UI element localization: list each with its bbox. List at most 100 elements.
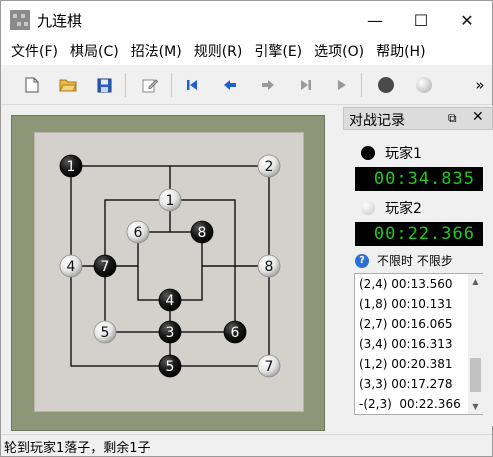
board: 1 2 1 6 8 4 7 8 4 5 3 6 5 7 — [34, 132, 304, 412]
menu-engine[interactable]: 引擎(E) — [248, 39, 308, 65]
menu-rules[interactable]: 规则(R) — [188, 39, 249, 65]
stone-label: 5 — [101, 325, 110, 341]
list-item[interactable]: (2,4) 00:13.560 — [359, 277, 453, 291]
list-item[interactable]: (3,4) 00:16.313 — [359, 337, 453, 351]
scrollbar[interactable]: ▲ ▼ — [468, 274, 483, 414]
white-stone[interactable]: 8 — [257, 254, 281, 278]
player1-name: 玩家1 — [385, 146, 422, 162]
stone-label: 4 — [166, 293, 175, 309]
edit-button[interactable] — [137, 72, 163, 98]
first-move-icon — [187, 80, 197, 90]
scroll-down-icon[interactable]: ▼ — [468, 402, 483, 411]
black-stone[interactable]: 8 — [190, 220, 214, 244]
stone-label: 6 — [231, 325, 240, 341]
stone-label: 1 — [166, 193, 175, 209]
list-item[interactable]: (1,8) 00:10.131 — [359, 297, 453, 311]
toolbar-separator — [125, 73, 126, 97]
status-bar: 轮到玩家1落子，剩余1子 — [1, 434, 492, 456]
menu-file[interactable]: 文件(F) — [5, 39, 64, 65]
list-item[interactable]: (1,2) 00:20.381 — [359, 357, 453, 371]
white-stone[interactable]: 7 — [257, 354, 281, 378]
list-item[interactable]: -(2,3) 00:22.366 — [359, 397, 461, 411]
player2-name: 玩家2 — [385, 201, 422, 217]
first-move-button[interactable] — [179, 72, 205, 98]
black-stone[interactable]: 5 — [158, 354, 182, 378]
menu-game[interactable]: 棋局(C) — [64, 39, 125, 65]
list-item[interactable]: (3,3) 00:17.278 — [359, 377, 453, 391]
stone-label: 1 — [67, 159, 76, 175]
player1-row: 玩家1 — [361, 143, 422, 163]
save-icon — [97, 78, 111, 92]
move-record-list[interactable]: (2,4) 00:13.560 (1,8) 00:10.131 (2,7) 00… — [354, 273, 483, 415]
stone-label: 3 — [166, 325, 175, 341]
stone-label: 7 — [265, 359, 274, 375]
black-stone-icon — [378, 77, 394, 93]
white-stone[interactable]: 1 — [158, 188, 182, 212]
battle-record-panel: 对战记录 ⧉ ✕ 玩家1 00:34.835 玩家2 00:22.366 ? 不… — [343, 106, 493, 426]
open-button[interactable] — [55, 72, 81, 98]
white-stone-icon — [416, 77, 432, 93]
black-stone[interactable]: 7 — [93, 254, 117, 278]
stone-label: 6 — [134, 225, 143, 241]
white-stone[interactable]: 6 — [126, 220, 150, 244]
play-button[interactable] — [329, 72, 355, 98]
menu-help[interactable]: 帮助(H) — [370, 39, 431, 65]
toolbar-separator — [171, 73, 172, 97]
edit-icon — [142, 79, 158, 93]
black-stone[interactable]: 1 — [59, 154, 83, 178]
white-stone[interactable]: 2 — [257, 154, 281, 178]
arrow-left-icon — [224, 80, 236, 90]
toolbar-separator — [361, 73, 362, 97]
next-move-button[interactable] — [255, 72, 281, 98]
status-text: 轮到玩家1落子，剩余1子 — [4, 441, 151, 456]
window-title: 九连棋 — [37, 12, 83, 30]
player1-timer: 00:34.835 — [355, 167, 483, 191]
board-lines: 1 2 1 6 8 4 7 8 4 5 3 6 5 7 — [59, 154, 281, 378]
minimize-icon: — — [367, 10, 383, 30]
black-stone[interactable]: 4 — [158, 288, 182, 312]
new-file-icon — [25, 77, 39, 93]
float-icon[interactable]: ⧉ — [448, 111, 457, 126]
minimize-button[interactable]: — — [352, 1, 398, 39]
menu-moves[interactable]: 招法(M) — [125, 39, 188, 65]
white-stone[interactable]: 4 — [59, 254, 83, 278]
white-stone-button[interactable] — [411, 72, 437, 98]
list-item[interactable]: (2,7) 00:16.065 — [359, 317, 453, 331]
black-stone[interactable]: 3 — [158, 320, 182, 344]
stone-label: 2 — [265, 159, 274, 175]
player2-timer: 00:22.366 — [355, 222, 483, 246]
scroll-up-icon[interactable]: ▲ — [468, 277, 483, 286]
close-button[interactable]: ✕ — [444, 1, 490, 39]
menu-options[interactable]: 选项(O) — [308, 39, 370, 65]
stone-label: 5 — [166, 359, 175, 375]
white-stone-icon — [361, 201, 375, 215]
black-stone-button[interactable] — [373, 72, 399, 98]
play-icon — [338, 80, 346, 90]
help-icon[interactable]: ? — [355, 253, 369, 268]
panel-close-icon[interactable]: ✕ — [472, 109, 484, 125]
menu-bar: 文件(F) 棋局(C) 招法(M) 规则(R) 引擎(E) 选项(O) 帮助(H… — [1, 39, 492, 65]
panel-header: 对战记录 ⧉ ✕ — [343, 107, 493, 130]
open-folder-icon — [59, 79, 77, 92]
toolbar-overflow-button[interactable]: » — [471, 72, 489, 98]
close-icon: ✕ — [460, 10, 474, 30]
app-window: 九连棋 — ☐ ✕ 文件(F) 棋局(C) 招法(M) 规则(R) 引擎(E) … — [0, 0, 493, 457]
black-stone[interactable]: 6 — [223, 320, 247, 344]
app-icon — [10, 10, 30, 30]
toolbar: » — [1, 65, 492, 105]
stone-label: 8 — [198, 225, 207, 241]
new-file-button[interactable] — [19, 72, 45, 98]
player2-row: 玩家2 — [361, 198, 422, 218]
scroll-thumb[interactable] — [470, 358, 481, 392]
stone-label: 4 — [67, 259, 76, 275]
black-stone-icon — [361, 146, 375, 160]
limit-text: 不限时 不限步 — [377, 254, 453, 268]
limit-row: ? 不限时 不限步 — [355, 252, 453, 269]
arrow-right-icon — [262, 80, 274, 90]
save-button[interactable] — [91, 72, 117, 98]
panel-title: 对战记录 — [349, 113, 405, 129]
white-stone[interactable]: 5 — [93, 320, 117, 344]
maximize-button[interactable]: ☐ — [398, 1, 444, 39]
last-move-button[interactable] — [293, 72, 319, 98]
previous-move-button[interactable] — [217, 72, 243, 98]
